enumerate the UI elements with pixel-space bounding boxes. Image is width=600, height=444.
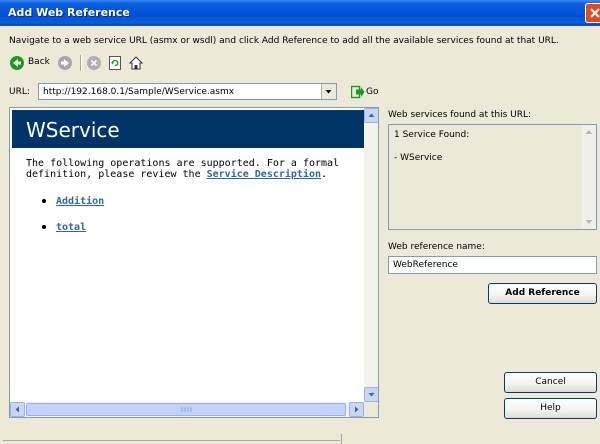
add-web-reference-dialog: Add Web Reference Navigate to a web serv… [0, 0, 600, 434]
scroll-up-button[interactable] [364, 108, 378, 123]
close-icon [590, 8, 600, 18]
scrollbar-arrows [585, 130, 593, 224]
url-label: URL: [9, 87, 30, 97]
services-count-text: 1 Service Found: [394, 130, 470, 140]
forward-arrow-icon [58, 56, 72, 70]
chevron-down-icon [368, 393, 375, 397]
description-suffix: . [321, 169, 328, 180]
stop-icon [87, 56, 101, 70]
home-icon [128, 56, 144, 70]
back-label: Back [28, 57, 50, 67]
chevron-down-icon [325, 90, 332, 94]
background-strip [0, 434, 600, 444]
back-arrow-icon [10, 56, 24, 70]
horizontal-scrollbar[interactable] [10, 402, 364, 417]
chevron-up-icon [368, 113, 375, 117]
service-banner: WService [12, 110, 364, 148]
services-found-list[interactable]: 1 Service Found: - WService [388, 124, 597, 230]
scroll-thumb[interactable] [26, 403, 346, 416]
divider [341, 434, 342, 444]
services-found-label: Web services found at this URL: [388, 110, 532, 120]
back-button[interactable]: Back [10, 55, 52, 71]
service-browser-pane[interactable]: WService The following operations are su… [9, 107, 379, 418]
scroll-down-button[interactable] [364, 387, 378, 402]
services-list-scrollbar[interactable] [582, 125, 596, 229]
vertical-scrollbar[interactable] [364, 108, 378, 402]
url-combobox[interactable] [38, 83, 337, 100]
operation-link-addition[interactable]: Addition [56, 196, 104, 207]
window-title: Add Web Reference [8, 6, 130, 19]
operation-link-total[interactable]: total [56, 222, 86, 233]
forward-button[interactable] [58, 55, 74, 71]
scroll-right-button[interactable] [349, 402, 364, 417]
go-arrow-icon [350, 85, 365, 99]
web-reference-name-label: Web reference name: [388, 242, 485, 252]
url-input[interactable] [39, 84, 325, 99]
web-reference-name-input[interactable] [388, 256, 597, 274]
toolbar-separator [80, 55, 82, 71]
go-button[interactable]: Go [350, 85, 381, 99]
url-dropdown-button[interactable] [321, 84, 336, 99]
title-bar[interactable]: Add Web Reference [0, 0, 600, 26]
refresh-icon [109, 56, 121, 70]
cancel-button[interactable]: Cancel [504, 372, 597, 393]
instruction-text: Navigate to a web service URL (asmx or w… [9, 36, 559, 46]
chevron-left-icon [15, 406, 19, 413]
bullet-icon [42, 225, 46, 229]
stop-button[interactable] [87, 55, 103, 71]
scroll-left-button[interactable] [10, 402, 25, 417]
scrollbar-corner [364, 402, 378, 417]
close-button[interactable] [585, 3, 600, 23]
chevron-right-icon [355, 406, 359, 413]
service-description-link[interactable]: Service Description [207, 169, 321, 180]
refresh-button[interactable] [108, 55, 124, 71]
home-button[interactable] [128, 55, 145, 71]
service-list-item[interactable]: - WService [394, 153, 442, 163]
add-reference-button[interactable]: Add Reference [488, 283, 597, 304]
help-button[interactable]: Help [504, 398, 597, 419]
service-description: The following operations are supported. … [26, 158, 356, 180]
grip-icon [181, 407, 192, 412]
bullet-icon [42, 199, 46, 203]
service-title: WService [26, 118, 120, 142]
go-label: Go [366, 87, 379, 97]
divider [3, 440, 340, 441]
